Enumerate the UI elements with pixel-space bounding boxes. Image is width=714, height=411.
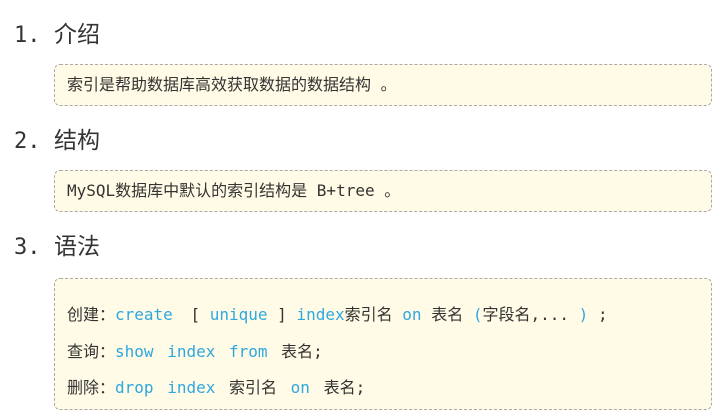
kw-on: on xyxy=(402,305,422,324)
index-name: 索引名 xyxy=(229,378,278,397)
section-title: 介绍 xyxy=(54,22,100,48)
kw-on: on xyxy=(290,378,310,397)
intro-box: 索引是帮助数据库高效获取数据的数据结构 。 xyxy=(54,64,712,106)
structure-text: MySQL数据库中默认的索引结构是 B+tree 。 xyxy=(67,181,401,200)
bracket-open: [ xyxy=(190,305,201,324)
kw-unique: unique xyxy=(209,305,268,324)
kw-index: index xyxy=(167,341,216,361)
syntax-create-line: 创建：create [ unique ] index索引名 on 表名 (字段名… xyxy=(67,297,699,334)
index-name: 索引名 xyxy=(344,305,393,324)
kw-index: index xyxy=(167,378,216,397)
section-title: 语法 xyxy=(54,234,100,260)
section-title: 结构 xyxy=(54,128,100,154)
drop-label: 删除： xyxy=(67,378,116,397)
paren-close: ) xyxy=(578,305,589,324)
syntax-drop-line: 删除：drop index 索引名 on 表名; xyxy=(67,370,699,407)
semicolon: ; xyxy=(597,305,608,324)
syntax-box: 创建：create [ unique ] index索引名 on 表名 (字段名… xyxy=(54,278,712,410)
section-heading-syntax: 3. 语法 xyxy=(14,232,100,263)
syntax-show-line: 查询：show index from 表名; xyxy=(67,334,699,371)
table-name: 表名 xyxy=(431,305,464,324)
create-label: 创建： xyxy=(67,305,116,324)
bracket-close: ] xyxy=(277,305,287,324)
section-heading-intro: 1. 介绍 xyxy=(14,20,100,51)
kw-create: create xyxy=(115,305,173,324)
kw-show: show xyxy=(115,341,154,361)
section-number: 1. xyxy=(14,23,41,48)
section-number: 3. xyxy=(14,235,41,260)
intro-text: 索引是帮助数据库高效获取数据的数据结构 。 xyxy=(67,75,397,94)
show-label: 查询： xyxy=(67,341,116,361)
kw-from: from xyxy=(229,341,268,361)
field-names: 字段名,... xyxy=(482,305,579,324)
section-heading-structure: 2. 结构 xyxy=(14,126,100,157)
section-number: 2. xyxy=(14,129,41,154)
structure-box: MySQL数据库中默认的索引结构是 B+tree 。 xyxy=(54,170,712,212)
table-name: 表名; xyxy=(323,378,366,397)
kw-drop: drop xyxy=(115,378,154,397)
kw-index: index xyxy=(296,305,345,324)
table-name: 表名; xyxy=(281,341,323,361)
